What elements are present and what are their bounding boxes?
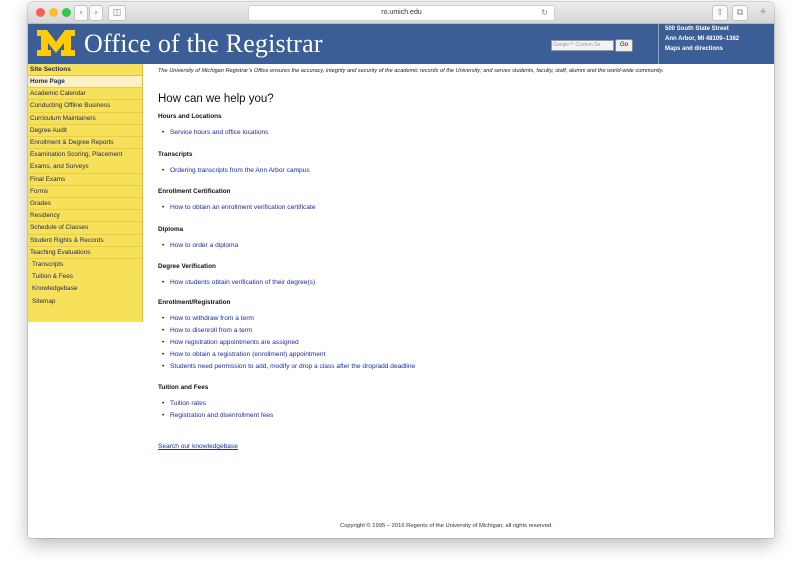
bullet: • [162, 412, 165, 419]
bullet: • [162, 167, 165, 174]
sidebar-heading: Site Sections [28, 64, 142, 76]
sidebar-item-sitemap[interactable]: Sitemap [28, 296, 142, 308]
site-title[interactable]: Office of the Registrar [84, 29, 323, 59]
search-knowledgebase-link[interactable]: Search our knowledgebase [158, 443, 238, 450]
office-address: 500 South State Street Ann Arbor, MI 481… [658, 24, 774, 64]
browser-window: ‹ › ◫ ro.umich.edu ↻ ⇧ ⧉ + Office of the… [28, 2, 774, 538]
address-bar[interactable]: ro.umich.edu ↻ [248, 5, 555, 21]
section-heading-tuition-fees: Tuition and Fees [158, 384, 209, 391]
bullet: • [162, 279, 165, 286]
link-text[interactable]: How students obtain verification of thei… [170, 279, 315, 286]
sidebar-item-examination-scoring[interactable]: Examination Scoring, Placement [28, 149, 142, 161]
sidebar-item-examination-scoring-cont[interactable]: Exams, and Surveys [28, 161, 142, 174]
sidebar-item-curriculum-maintainers[interactable]: Curriculum Maintainers [28, 113, 142, 125]
bullet: • [162, 363, 165, 370]
sidebar-item-degree-audit[interactable]: Degree Audit [28, 125, 142, 137]
link-text[interactable]: Students need permission to add, modify … [170, 363, 415, 370]
sidebar-item-grades[interactable]: Grades [28, 198, 142, 211]
section-heading-degree-verification: Degree Verification [158, 263, 216, 270]
maps-directions-link[interactable]: Maps and directions [665, 46, 723, 52]
sidebar-item-home-page[interactable]: Home Page [28, 76, 142, 89]
sidebar-item-schedule-of-classes[interactable]: Schedule of Classes [28, 222, 142, 235]
section-heading-enrollment-certification: Enrollment Certification [158, 188, 231, 195]
sidebar-item-final-exams[interactable]: Final Exams [28, 174, 142, 186]
section-heading-diploma: Diploma [158, 226, 184, 233]
sidebar-item-conducting-offline-business[interactable]: Conducting Offline Business [28, 100, 142, 113]
bullet: • [162, 129, 165, 136]
link-text[interactable]: How registration appointments are assign… [170, 339, 299, 346]
sidebar-item-enrollment-degree-reports[interactable]: Enrollment & Degree Reports [28, 137, 142, 150]
address-url: ro.umich.edu [381, 9, 422, 16]
sidebar-item-knowledgebase[interactable]: Knowledgebase [28, 283, 142, 295]
bullet: • [162, 204, 165, 211]
link-text[interactable]: Ordering transcripts from the Ann Arbor … [170, 167, 310, 174]
bullet: • [162, 327, 165, 334]
site-header: Office of the Registrar Google™ Custom S… [28, 24, 774, 64]
minimize-window-button[interactable] [49, 8, 58, 17]
browser-toolbar: ‹ › ◫ ro.umich.edu ↻ ⇧ ⧉ + [28, 2, 774, 24]
search-input[interactable]: Google™ Custom Se [551, 40, 614, 51]
address-city: Ann Arbor, MI 48109–1382 [665, 36, 740, 42]
forward-icon[interactable]: › [89, 5, 103, 21]
link-text[interactable]: How to obtain an enrollment verification… [170, 204, 316, 211]
sidebar-item-student-rights-records[interactable]: Student Rights & Records [28, 235, 142, 247]
sidebar-toggle-icon[interactable]: ◫ [108, 5, 126, 21]
close-window-button[interactable] [36, 8, 45, 17]
bullet: • [162, 242, 165, 249]
link-text[interactable]: How to obtain a registration (enrollment… [170, 351, 325, 358]
bullet: • [162, 351, 165, 358]
bullet: • [162, 315, 165, 322]
link-text[interactable]: Registration and disenrollment fees [170, 412, 273, 419]
back-icon[interactable]: ‹ [74, 5, 88, 21]
tabs-overview-icon[interactable]: ⧉ [732, 5, 748, 21]
page-heading: How can we help you? [158, 93, 274, 105]
intro-statement: The University of Michigan Registrar’s O… [158, 68, 664, 74]
section-heading-transcripts: Transcripts [158, 151, 193, 158]
link-text[interactable]: Service hours and office locations [170, 129, 268, 136]
bullet: • [162, 400, 165, 407]
new-tab-icon[interactable]: + [758, 5, 768, 19]
link-text[interactable]: How to withdraw from a term [170, 315, 254, 322]
sidebar-item-academic-calendar[interactable]: Academic Calendar [28, 88, 142, 101]
copyright-footer: Copyright © 1995 – 2016 Regents of the U… [340, 523, 553, 529]
zoom-window-button[interactable] [62, 8, 71, 17]
site-sections-sidebar: Site Sections Home Page Academic Calenda… [28, 64, 143, 322]
sidebar-item-transcripts[interactable]: Transcripts [28, 259, 142, 271]
link-text[interactable]: Tuition rates [170, 400, 206, 407]
bullet: • [162, 339, 165, 346]
section-heading-hours: Hours and Locations [158, 113, 222, 120]
link-text[interactable]: How to order a diploma [170, 242, 238, 249]
address-street: 500 South State Street [665, 26, 729, 32]
search-go-button[interactable]: Go [615, 39, 633, 52]
sidebar-item-residency[interactable]: Residency [28, 210, 142, 223]
reload-icon[interactable]: ↻ [541, 6, 548, 20]
sidebar-item-forms[interactable]: Forms [28, 186, 142, 198]
section-heading-enrollment-registration: Enrollment/Registration [158, 299, 231, 306]
share-icon[interactable]: ⇧ [712, 5, 728, 21]
block-m-logo[interactable] [36, 28, 76, 58]
sidebar-item-teaching-evaluations[interactable]: Teaching Evaluations [28, 247, 142, 259]
link-text[interactable]: How to disenroll from a term [170, 327, 252, 334]
sidebar-item-tuition-fees[interactable]: Tuition & Fees [28, 271, 142, 283]
